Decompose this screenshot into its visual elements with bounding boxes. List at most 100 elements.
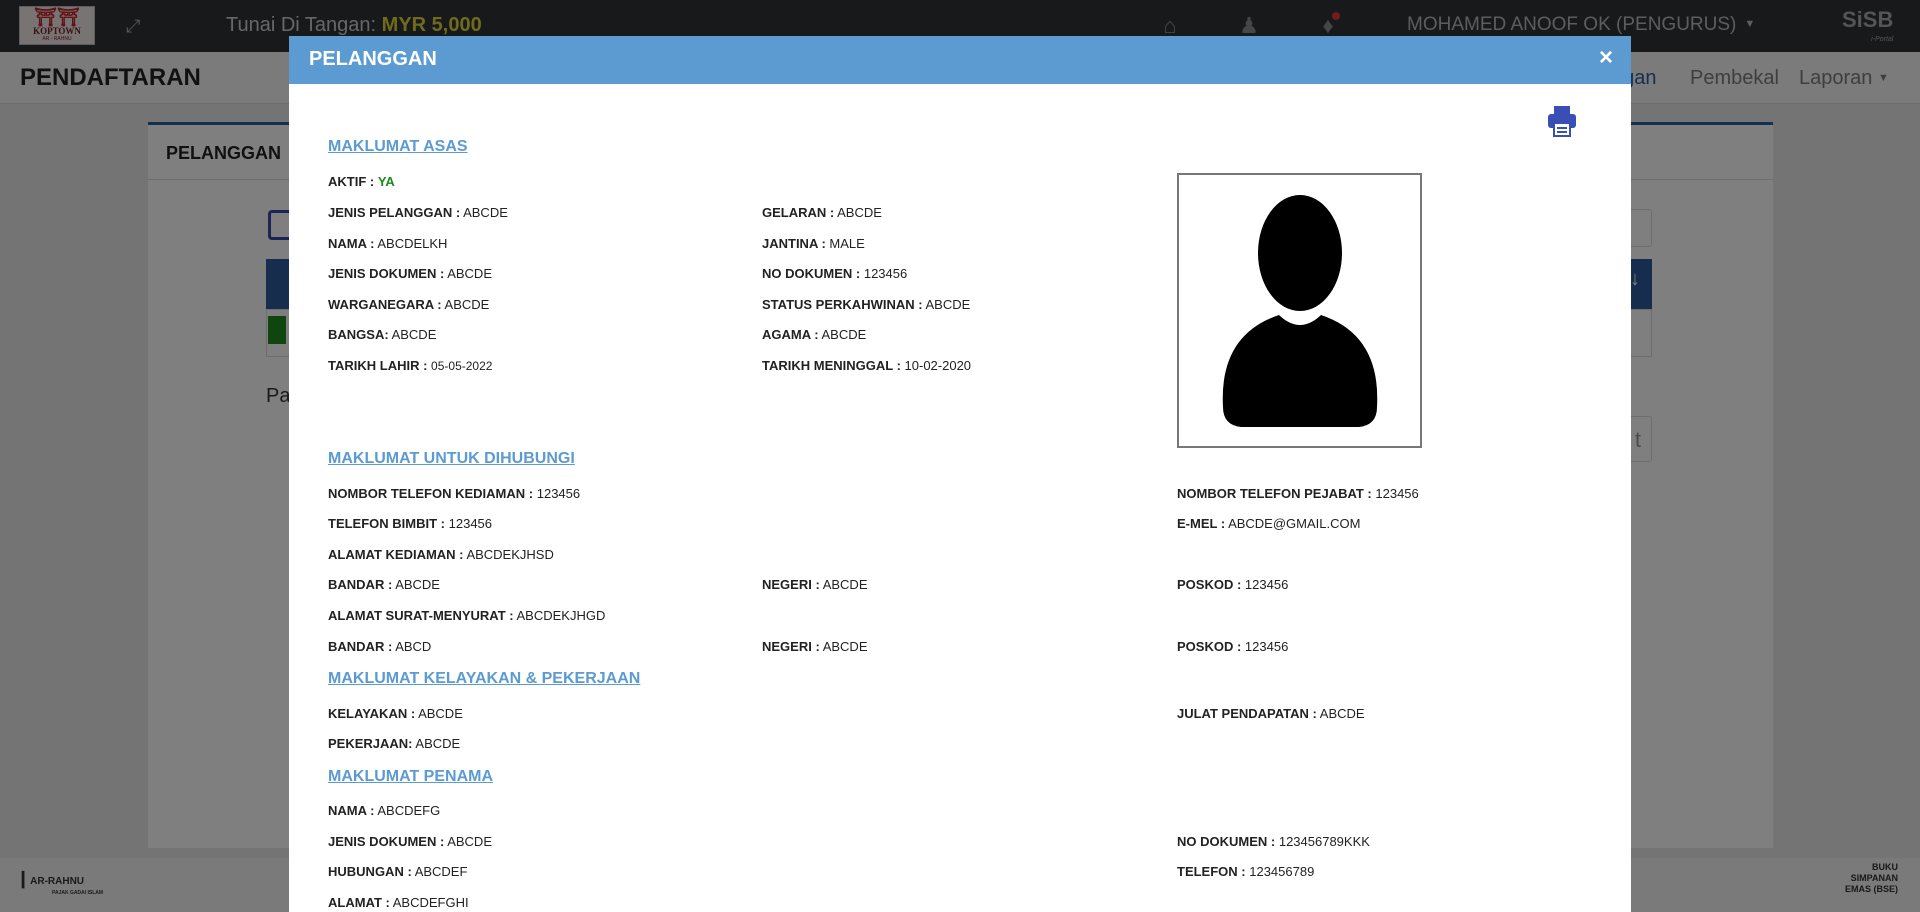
field-label: ALAMAT : [328, 895, 390, 910]
field-penama-no-dokumen: NO DOKUMEN : 123456789KKK [1177, 834, 1370, 849]
profile-photo [1177, 173, 1422, 448]
field-value: ABCDE [822, 577, 868, 592]
field-label: NOMBOR TELEFON KEDIAMAN : [328, 486, 534, 501]
field-value: ABCDEKJHGD [516, 608, 606, 623]
field-penama-telefon: TELEFON : 123456789 [1177, 864, 1314, 879]
field-value: ABCDE [463, 205, 508, 220]
field-value: ABCDELKH [377, 236, 448, 251]
field-alamat-surat: ALAMAT SURAT-MENYURAT : ABCDEKJHGD [328, 608, 605, 623]
field-label: AGAMA : [762, 327, 819, 342]
field-nama: NAMA : ABCDELKH [328, 236, 447, 251]
field-no-dokumen: NO DOKUMEN : 123456 [762, 266, 907, 281]
field-alamat-kediaman: ALAMAT KEDIAMAN : ABCDEKJHSD [328, 547, 554, 562]
section-maklumat-penama: MAKLUMAT PENAMA [328, 768, 494, 785]
field-status-perkahwinan: STATUS PERKAHWINAN : ABCDE [762, 297, 970, 312]
field-poskod-surat: POSKOD : 123456 [1177, 639, 1288, 654]
field-warganegara: WARGANEGARA : ABCDE [328, 297, 489, 312]
field-label: NO DOKUMEN : [1177, 834, 1276, 849]
field-label: ALAMAT KEDIAMAN : [328, 547, 464, 562]
field-value: 123456789 [1249, 864, 1315, 879]
field-value: 123456 [863, 266, 908, 281]
field-jenis-pelanggan: JENIS PELANGGAN : ABCDE [328, 205, 508, 220]
field-value: YA [377, 174, 395, 189]
field-label: WARGANEGARA : [328, 297, 442, 312]
field-value: 10-02-2020 [904, 358, 972, 373]
field-tarikh-lahir: TARIKH LAHIR : 05-05-2022 [328, 358, 492, 373]
field-penama-nama: NAMA : ABCDEFG [328, 803, 440, 818]
section-maklumat-kelayakan: MAKLUMAT KELAYAKAN & PEKERJAAN [328, 670, 641, 687]
field-label: JENIS DOKUMEN : [328, 834, 445, 849]
field-emel: E-MEL : ABCDE@GMAIL.COM [1177, 516, 1360, 531]
field-bangsa: BANGSA: ABCDE [328, 327, 436, 342]
field-aktif: AKTIF : YA [328, 174, 395, 189]
field-pekerjaan: PEKERJAAN: ABCDE [328, 736, 460, 751]
field-value: 123456 [536, 486, 581, 501]
field-label: TARIKH LAHIR : [328, 358, 428, 373]
modal-header: PELANGGAN × [289, 36, 1631, 84]
field-label: TELEFON : [1177, 864, 1246, 879]
field-poskod: POSKOD : 123456 [1177, 577, 1288, 592]
field-bandar: BANDAR : ABCDE [328, 577, 440, 592]
field-julat-pendapatan: JULAT PENDAPATAN : ABCDE [1177, 706, 1365, 721]
field-jantina: JANTINA : MALE [762, 236, 865, 251]
field-value: MALE [829, 236, 865, 251]
field-label: JENIS PELANGGAN : [328, 205, 461, 220]
field-value: ABCDE@GMAIL.COM [1228, 516, 1361, 531]
field-negeri-surat: NEGERI : ABCDE [762, 639, 868, 654]
avatar-silhouette-icon [1222, 195, 1378, 427]
field-label: JENIS DOKUMEN : [328, 266, 445, 281]
field-label: KELAYAKAN : [328, 706, 416, 721]
field-label: POSKOD : [1177, 639, 1242, 654]
section-maklumat-asas: MAKLUMAT ASAS [328, 138, 468, 155]
field-label: JULAT PENDAPATAN : [1177, 706, 1317, 721]
field-agama: AGAMA : ABCDE [762, 327, 866, 342]
field-value: ABCDEF [414, 864, 468, 879]
field-value: ABCDEFGHI [392, 895, 469, 910]
field-gelaran: GELARAN : ABCDE [762, 205, 882, 220]
field-tel-pejabat: NOMBOR TELEFON PEJABAT : 123456 [1177, 486, 1419, 501]
field-label: NEGERI : [762, 577, 820, 592]
field-tel-kediaman: NOMBOR TELEFON KEDIAMAN : 123456 [328, 486, 580, 501]
field-penama-jenis-dokumen: JENIS DOKUMEN : ABCDE [328, 834, 492, 849]
field-value: 123456 [1244, 639, 1289, 654]
field-label: JANTINA : [762, 236, 826, 251]
field-value: ABCDEKJHSD [466, 547, 554, 562]
field-value: 123456 [1375, 486, 1419, 501]
field-value: ABCDE [415, 736, 461, 751]
field-value: ABCDE [391, 327, 437, 342]
close-icon[interactable]: × [1599, 45, 1613, 71]
field-value: ABCD [395, 639, 432, 654]
field-label: STATUS PERKAHWINAN : [762, 297, 923, 312]
field-label: TARIKH MENINGGAL : [762, 358, 901, 373]
field-kelayakan: KELAYAKAN : ABCDE [328, 706, 463, 721]
field-label: BANDAR : [328, 577, 393, 592]
field-value: ABCDE [837, 205, 882, 220]
field-label: HUBUNGAN : [328, 864, 412, 879]
field-bandar-surat: BANDAR : ABCD [328, 639, 431, 654]
field-value: ABCDE [418, 706, 463, 721]
field-label: BANGSA: [328, 327, 389, 342]
printer-icon[interactable] [1545, 104, 1579, 138]
field-label: E-MEL : [1177, 516, 1226, 531]
field-value: 123456789KKK [1278, 834, 1370, 849]
field-label: NAMA : [328, 803, 375, 818]
field-value: ABCDE [1319, 706, 1365, 721]
field-label: PEKERJAAN: [328, 736, 413, 751]
field-tel-bimbit: TELEFON BIMBIT : 123456 [328, 516, 492, 531]
field-penama-hubungan: HUBUNGAN : ABCDEF [328, 864, 467, 879]
field-value: ABCDE [395, 577, 440, 592]
field-label: NAMA : [328, 236, 375, 251]
field-value: ABCDE [447, 266, 492, 281]
field-value: ABCDE [822, 639, 868, 654]
field-label: GELARAN : [762, 205, 835, 220]
field-jenis-dokumen: JENIS DOKUMEN : ABCDE [328, 266, 492, 281]
field-label: NO DOKUMEN : [762, 266, 861, 281]
field-label: TELEFON BIMBIT : [328, 516, 445, 531]
field-negeri: NEGERI : ABCDE [762, 577, 868, 592]
field-value: ABCDE [821, 327, 867, 342]
field-value: ABCDE [925, 297, 971, 312]
section-maklumat-hubungi: MAKLUMAT UNTUK DIHUBUNGI [328, 450, 575, 467]
field-value: 05-05-2022 [431, 359, 493, 373]
field-penama-alamat: ALAMAT : ABCDEFGHI [328, 895, 469, 910]
field-tarikh-meninggal: TARIKH MENINGGAL : 10-02-2020 [762, 358, 971, 373]
